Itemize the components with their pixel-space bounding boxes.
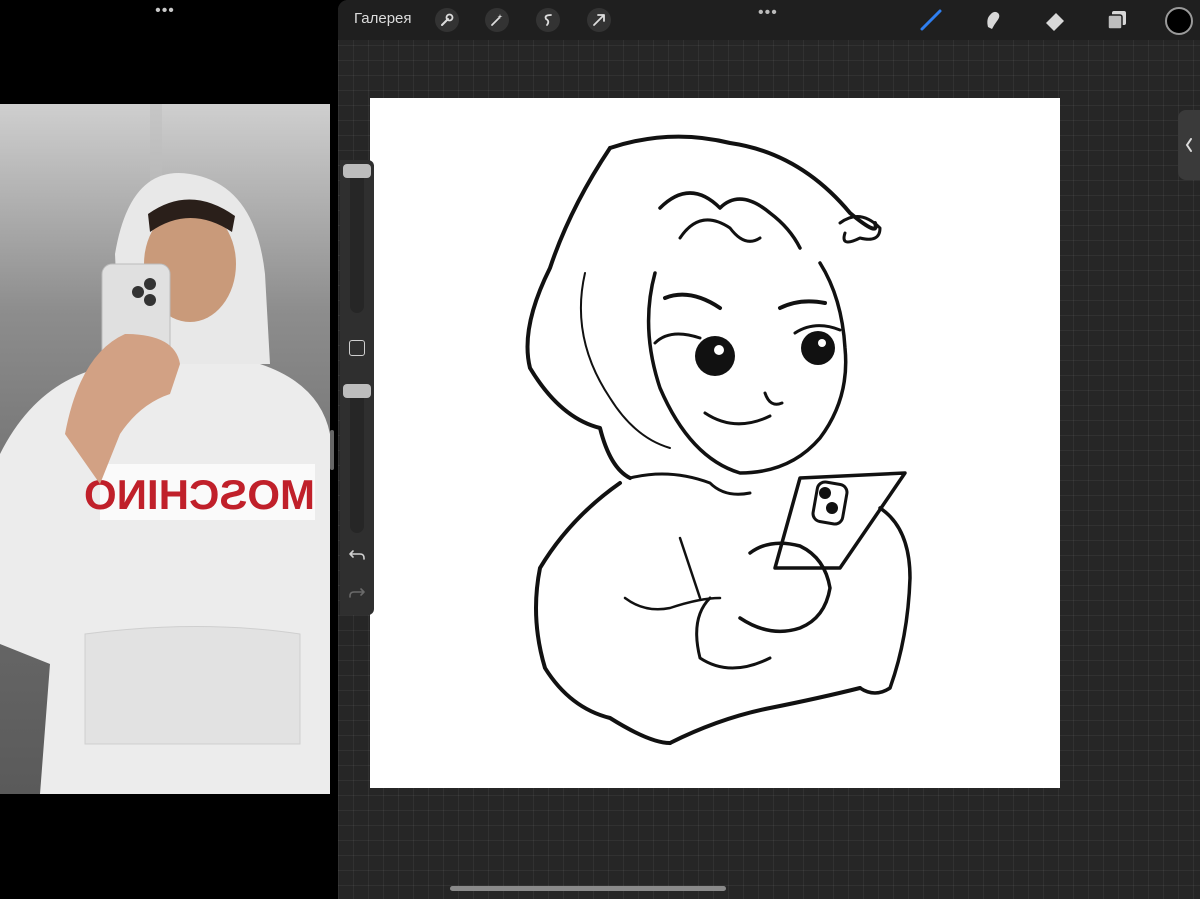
brush-size-slider[interactable] <box>343 164 371 313</box>
magic-wand-icon[interactable] <box>485 8 509 32</box>
split-view-handle[interactable] <box>330 430 334 470</box>
gallery-button[interactable]: Галерея <box>354 10 412 27</box>
undo-icon[interactable] <box>347 545 367 565</box>
wrench-icon[interactable] <box>435 8 459 32</box>
brush-icon[interactable] <box>916 6 946 34</box>
smudge-icon[interactable] <box>978 6 1008 34</box>
modify-button[interactable] <box>349 340 365 356</box>
eraser-icon[interactable] <box>1040 6 1070 34</box>
chevron-left-icon <box>1185 138 1192 152</box>
opacity-thumb[interactable] <box>343 384 371 398</box>
top-toolbar: Галерея ••• <box>338 0 1200 40</box>
procreate-app: Галерея ••• <box>338 0 1200 899</box>
layers-icon[interactable] <box>1102 6 1132 34</box>
transform-arrow-icon[interactable] <box>587 8 611 32</box>
sketch-drawing <box>525 134 912 745</box>
redo-icon[interactable] <box>347 583 367 603</box>
brush-sidebar <box>340 160 374 615</box>
reference-photo-pane: ••• MOSCHINO <box>0 0 334 899</box>
color-picker-button[interactable] <box>1165 7 1193 35</box>
reference-photo: MOSCHINO <box>0 104 330 794</box>
multitasking-dots[interactable]: ••• <box>150 3 180 19</box>
brush-size-thumb[interactable] <box>343 164 371 178</box>
home-indicator[interactable] <box>450 886 726 891</box>
app-dots[interactable]: ••• <box>758 4 778 22</box>
drawing-canvas[interactable] <box>370 98 1060 788</box>
selection-icon[interactable] <box>536 8 560 32</box>
reference-panel-tab[interactable] <box>1178 110 1200 180</box>
opacity-slider[interactable] <box>343 384 371 533</box>
sweatshirt-print: MOSCHINO <box>84 471 315 518</box>
